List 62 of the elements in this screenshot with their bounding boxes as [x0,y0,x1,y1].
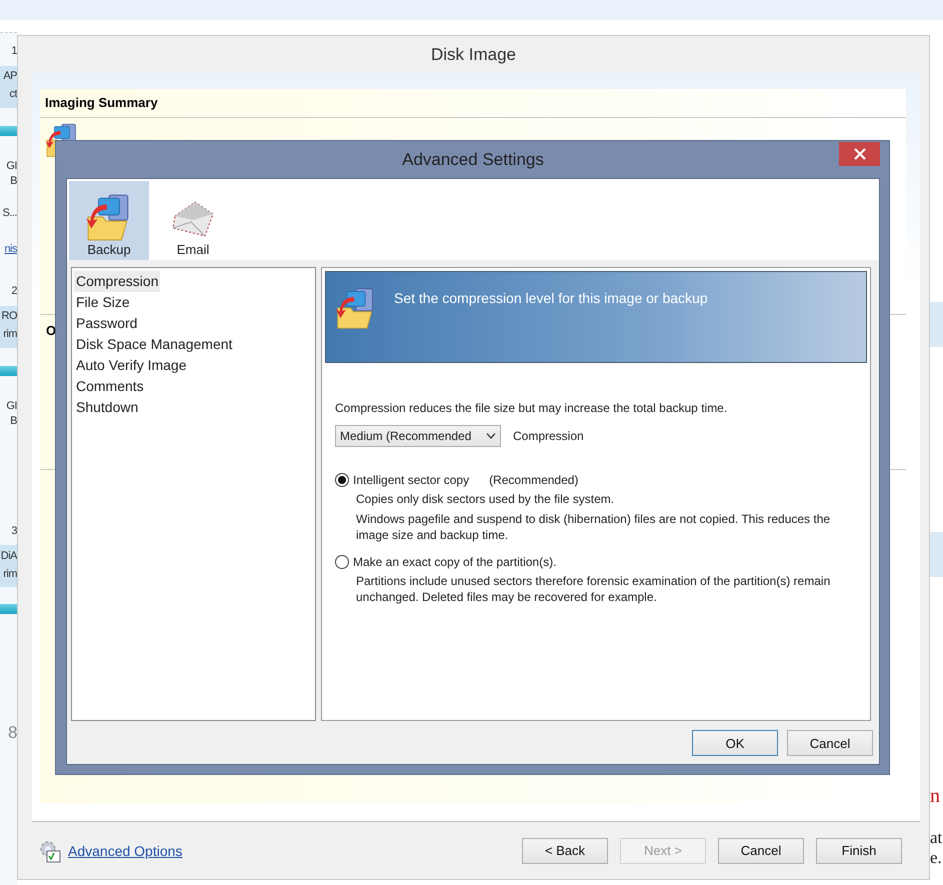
toolbar-tab[interactable]: Backup [69,181,149,260]
settings-list-item[interactable]: Password [74,313,140,334]
text-fragment: at [930,828,942,848]
row-highlight [0,545,17,587]
text-fragment: 3 [11,525,17,537]
window-title: Disk Image [430,44,516,64]
capacity-bar [0,366,17,376]
option-note: (Recommended) [489,473,578,487]
text-fragment: GI [6,400,17,412]
row-highlight [0,66,17,108]
section-heading: Imaging Summary [45,95,158,110]
number-fragment: 8 [8,723,17,743]
advanced-options-link[interactable]: Advanced Options [68,842,182,858]
radio-button[interactable] [335,555,349,569]
heading-fragment: n [930,785,940,808]
close-button[interactable] [839,142,880,166]
section-heading: O [46,323,56,338]
option-label: Make an exact copy of the partition(s). [353,555,556,569]
dialog-button[interactable]: OK [692,730,778,756]
text-fragment: rim [3,568,17,580]
text-fragment: 1 [11,45,17,57]
text-fragment: ct [9,88,17,100]
text-fragment: B [10,415,17,427]
text-fragment: S... [2,207,17,219]
wizard-button[interactable]: Cancel [718,838,804,864]
text-fragment: DiA [0,550,17,562]
text-fragment: GI [6,160,17,172]
toolbar-tab[interactable]: Email [153,181,233,260]
link-fragment[interactable]: nis [4,243,17,255]
option-description: Copies only disk sectors used by the file system. [356,491,616,507]
compression-dropdown[interactable]: Medium (Recommended [335,425,501,447]
description-text: Compression reduces the file size but may increase the total backup time. [335,401,728,415]
settings-list-item[interactable]: File Size [74,292,132,313]
text-fragment: B [10,175,17,187]
option-label: Intelligent sector copy [353,473,470,487]
row-highlight [930,532,943,577]
option-description: Partitions include unused sectors therefore forensic examination of the partition(s) remain unchanged. Deleted files may be recovered for example. [356,573,832,605]
settings-list-item[interactable]: Compression [74,271,160,292]
gear-icon [38,838,62,862]
settings-list-item[interactable]: Comments [74,376,146,397]
dialog-button[interactable]: Cancel [787,730,873,756]
row-highlight [930,302,943,347]
dropdown-label: Compression [513,429,584,443]
option-description: Windows pagefile and suspend to disk (hibernation) files are not copied. This reduces the image size and backup time. [356,511,832,543]
text-fragment: e. [930,848,942,868]
radio-button[interactable] [335,473,349,487]
close-icon [854,148,866,160]
text-fragment: rim [3,328,17,340]
settings-list-item[interactable]: Disk Space Management [74,334,234,355]
text-fragment: 2 [11,285,17,297]
settings-list-item[interactable]: Shutdown [74,397,140,418]
row-highlight [0,306,17,348]
settings-list-item[interactable]: Auto Verify Image [74,355,189,376]
capacity-bar [0,604,17,614]
dialog-title: Advanced Settings [402,150,544,168]
wizard-button[interactable]: Finish [816,838,902,864]
wizard-button[interactable]: < Back [522,838,608,864]
capacity-bar [0,126,17,136]
banner-heading: Set the compression level for this image or backup [394,290,708,306]
text-fragment: AP [3,70,17,82]
chevron-down-icon [486,433,496,439]
text-fragment: RO [2,310,17,322]
